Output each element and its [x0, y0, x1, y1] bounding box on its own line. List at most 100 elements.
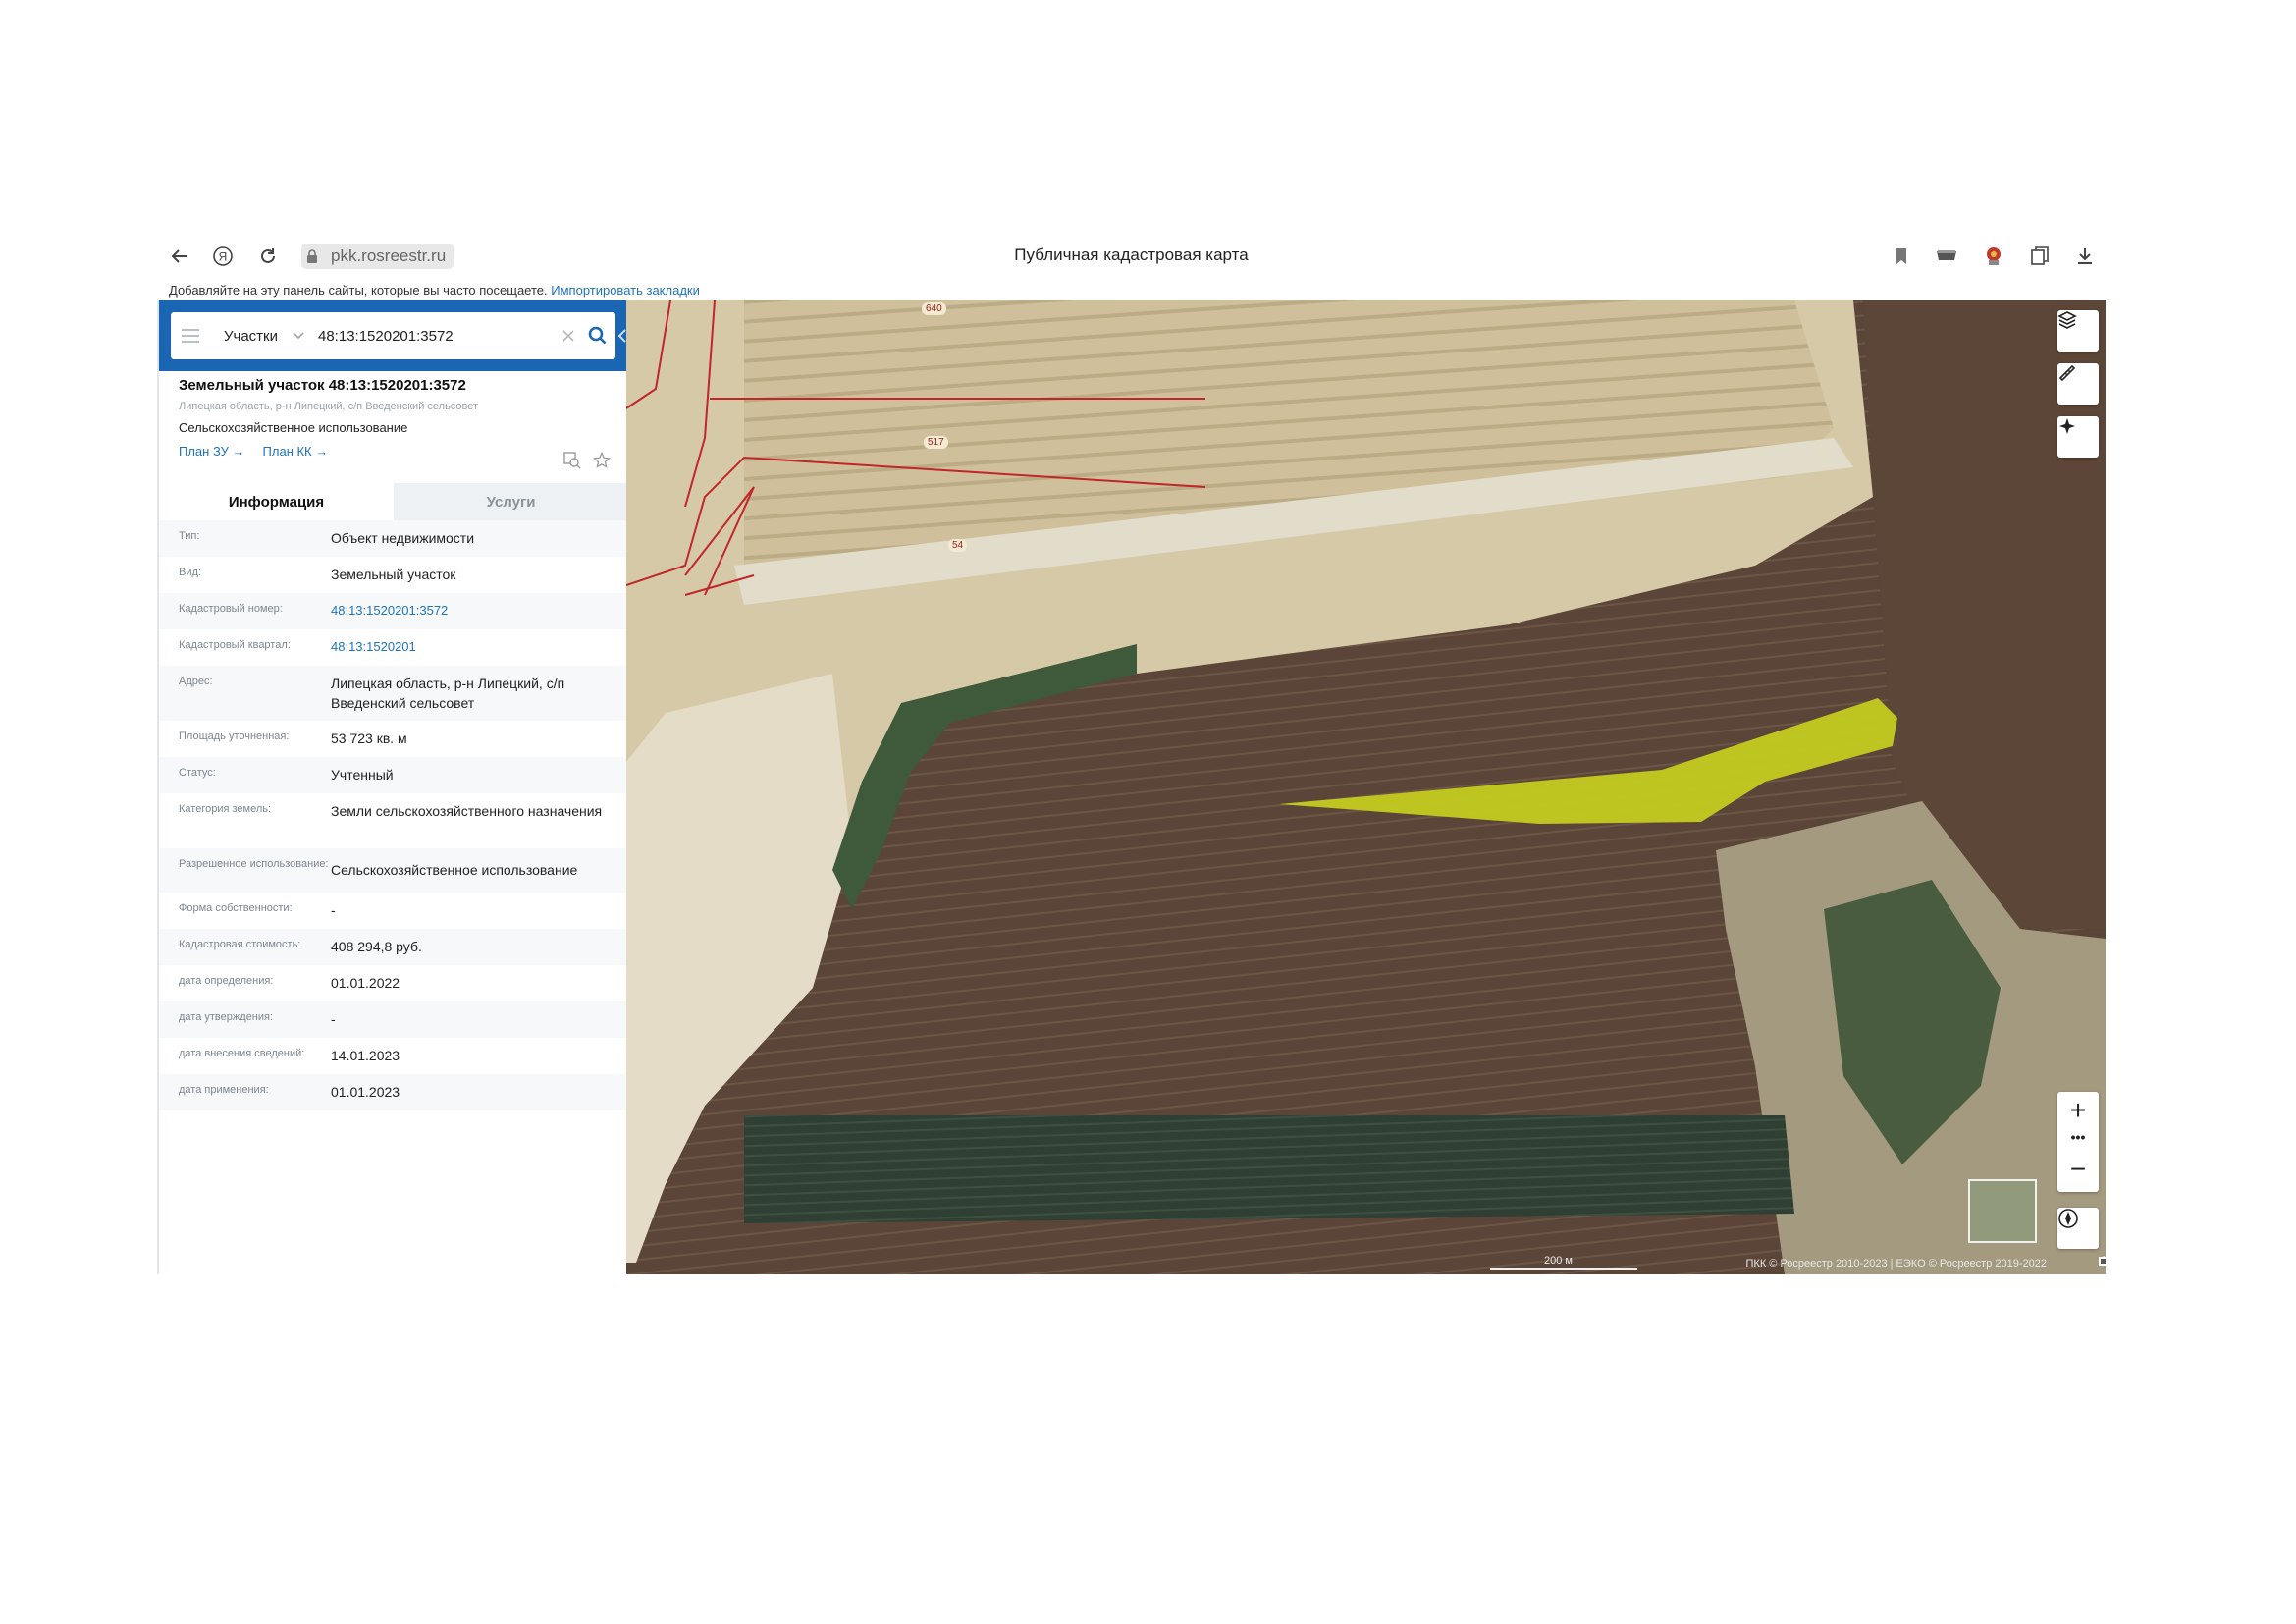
- object-title: Земельный участок 48:13:1520201:3572: [179, 377, 466, 394]
- property-label: Тип:: [179, 530, 200, 542]
- property-row: Кадастровый номер: 48:13:1520201:3572: [159, 593, 628, 629]
- zoom-to-object-icon[interactable]: [563, 452, 581, 474]
- bookmarks-hint: Добавляйте на эту панель сайты, которые …: [169, 283, 548, 298]
- property-row: Кадастровая стоимость: 408 294,8 руб.: [159, 929, 628, 965]
- property-row: дата определения: 01.01.2022: [159, 965, 628, 1001]
- road-label: 517: [924, 436, 948, 449]
- property-value: Липецкая область, р-н Липецкий, с/п Введ…: [331, 676, 565, 711]
- print-icon[interactable]: [2098, 1255, 2106, 1267]
- properties-table: Тип: Объект недвижимости Вид: Земельный …: [159, 520, 628, 1110]
- layers-button[interactable]: [2057, 310, 2099, 352]
- browser-toolbar: Я pkk.rosreestr.ru Публичная кадастровая…: [157, 234, 2106, 279]
- property-value: 14.01.2023: [331, 1048, 400, 1063]
- property-label: Форма собственности:: [179, 902, 293, 914]
- chevron-down-icon[interactable]: [289, 329, 308, 343]
- property-row: Категория земель: Земли сельскохозяйстве…: [159, 793, 628, 848]
- close-icon[interactable]: [557, 326, 580, 347]
- property-row: Форма собственности: -: [159, 893, 628, 929]
- property-label: дата применения:: [179, 1084, 269, 1096]
- ruler-icon: [2058, 364, 2076, 382]
- property-row: дата применения: 01.01.2023: [159, 1074, 628, 1110]
- compass-icon: [2058, 1209, 2078, 1228]
- plan-zu-link[interactable]: План ЗУ →: [179, 444, 245, 459]
- property-row: Адрес: Липецкая область, р-н Липецкий, с…: [159, 666, 628, 721]
- property-value: Земли сельскохозяйственного назначения: [331, 803, 603, 819]
- bookmarks-bar: Добавляйте на эту панель сайты, которые …: [169, 283, 700, 298]
- object-links: План ЗУ → План КК →: [179, 444, 611, 459]
- property-value: 408 294,8 руб.: [331, 939, 422, 954]
- road-label: 640: [922, 302, 946, 315]
- property-label: Кадастровая стоимость:: [179, 939, 301, 950]
- search-header: Участки 48:13:1520201:3572: [159, 300, 628, 371]
- scale-bar: [1490, 1268, 1637, 1270]
- search-icon[interactable]: [580, 312, 615, 359]
- object-card: Земельный участок 48:13:1520201:3572 Лип…: [179, 377, 611, 469]
- property-row: дата внесения сведений: 14.01.2023: [159, 1038, 628, 1074]
- property-value: 01.01.2022: [331, 975, 400, 991]
- plan-kk-link[interactable]: План КК →: [263, 444, 329, 459]
- collections-icon[interactable]: [2027, 244, 2053, 269]
- property-label: Статус:: [179, 767, 216, 779]
- property-value: -: [331, 1011, 336, 1027]
- satellite-map[interactable]: 640 517 54 + ••• − 200 м ПКК © Росреестр…: [626, 300, 2106, 1274]
- property-label: Категория земель:: [179, 803, 272, 815]
- info-sidebar: Участки 48:13:1520201:3572 Земельный уча…: [157, 300, 628, 1274]
- star-icon[interactable]: [593, 451, 611, 474]
- property-label: дата определения:: [179, 975, 274, 987]
- property-value: Сельскохозяйственное использование: [331, 862, 578, 878]
- tab-information[interactable]: Информация: [159, 483, 394, 520]
- property-label: Вид:: [179, 567, 201, 578]
- card-actions: [563, 451, 611, 474]
- map-copyright: ПКК © Росреестр 2010-2023 | ЕЭКО © Росре…: [1745, 1258, 2048, 1270]
- mask-icon[interactable]: [1934, 244, 1959, 269]
- property-row: Кадастровый квартал: 48:13:1520201: [159, 629, 628, 666]
- property-label: дата утверждения:: [179, 1011, 274, 1023]
- cadastral-quarter-link[interactable]: 48:13:1520201: [331, 629, 628, 666]
- search-box: Участки 48:13:1520201:3572: [171, 312, 615, 359]
- property-value: 01.01.2023: [331, 1084, 400, 1100]
- property-row: Разрешенное использование: Сельскохозяйс…: [159, 848, 628, 893]
- property-value: Учтенный: [331, 767, 394, 783]
- property-value: -: [331, 902, 336, 918]
- property-label: Площадь уточненная:: [179, 731, 290, 742]
- map-imagery: [626, 300, 2106, 1274]
- extension-icon[interactable]: [1981, 244, 2006, 269]
- zoom-controls: + ••• −: [2057, 1092, 2099, 1192]
- scale-label: 200 м: [1544, 1255, 1573, 1267]
- compass-button[interactable]: [2057, 1208, 2099, 1249]
- download-icon[interactable]: [2072, 244, 2098, 269]
- search-type-select[interactable]: Участки: [210, 328, 289, 345]
- property-row: Вид: Земельный участок: [159, 557, 628, 593]
- info-tabs: Информация Услуги: [159, 483, 628, 520]
- property-label: Кадастровый номер:: [179, 603, 283, 615]
- locate-button[interactable]: [2057, 416, 2099, 458]
- import-bookmarks-link[interactable]: Импортировать закладки: [551, 283, 700, 298]
- property-value: Объект недвижимости: [331, 530, 475, 546]
- property-value: 53 723 кв. м: [331, 731, 407, 746]
- property-label: Адрес:: [179, 676, 213, 687]
- search-input[interactable]: 48:13:1520201:3572: [308, 328, 557, 345]
- object-usage: Сельскохозяйственное использование: [179, 420, 408, 435]
- zoom-out-button[interactable]: −: [2057, 1155, 2099, 1188]
- zoom-more-button[interactable]: •••: [2057, 1129, 2099, 1149]
- page-title: Публичная кадастровая карта: [1014, 245, 1249, 264]
- property-row: Площадь уточненная: 53 723 кв. м: [159, 721, 628, 757]
- browser-window: Я pkk.rosreestr.ru Публичная кадастровая…: [157, 234, 2106, 1274]
- property-row: Тип: Объект недвижимости: [159, 520, 628, 557]
- property-row: дата утверждения: -: [159, 1001, 628, 1038]
- bookmark-icon[interactable]: [1889, 244, 1914, 269]
- cadastral-app: Участки 48:13:1520201:3572 Земельный уча…: [157, 300, 2106, 1274]
- zoom-in-button[interactable]: +: [2057, 1096, 2099, 1125]
- measure-button[interactable]: [2057, 363, 2099, 405]
- tab-services[interactable]: Услуги: [394, 483, 628, 520]
- layers-icon: [2057, 311, 2077, 329]
- minimap[interactable]: [1968, 1179, 2037, 1243]
- property-label: Кадастровый квартал:: [179, 639, 291, 651]
- road-label: 54: [948, 539, 968, 552]
- property-label: Разрешенное использование:: [179, 858, 329, 870]
- property-label: дата внесения сведений:: [179, 1048, 305, 1059]
- property-value: Земельный участок: [331, 567, 456, 582]
- hamburger-menu-icon[interactable]: [171, 312, 210, 359]
- object-address: Липецкая область, р-н Липецкий, с/п Введ…: [179, 401, 479, 412]
- cadastral-number-link[interactable]: 48:13:1520201:3572: [331, 593, 628, 629]
